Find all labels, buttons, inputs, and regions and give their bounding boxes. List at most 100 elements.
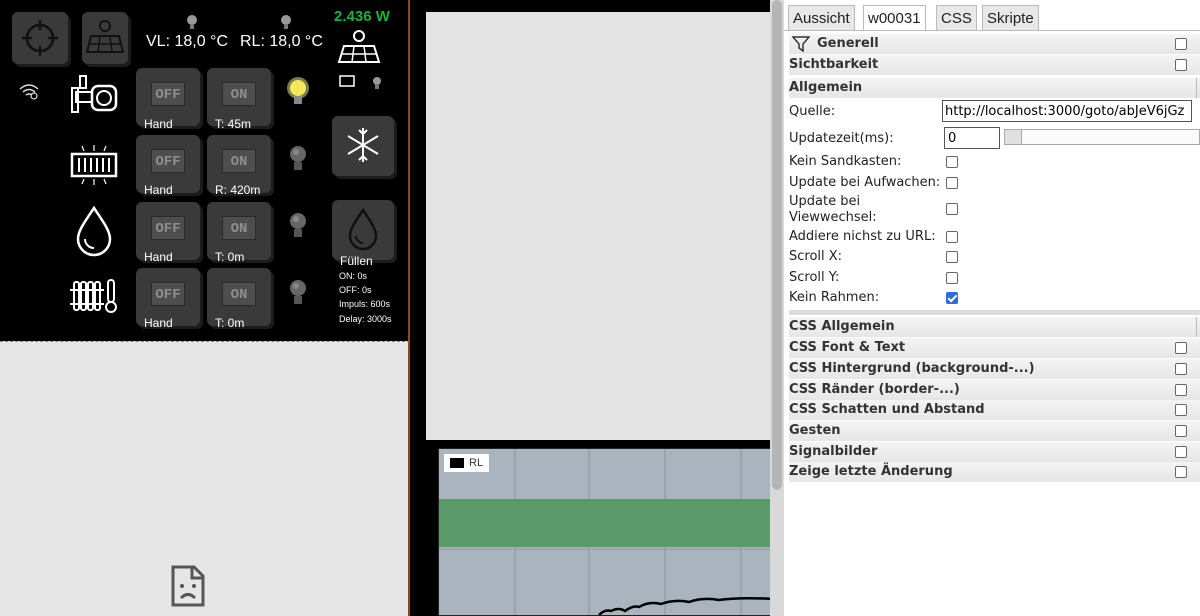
group-gestures[interactable]: Gesten	[789, 421, 1200, 441]
pump-icon	[71, 75, 118, 113]
lightbulb-off-icon	[290, 213, 306, 237]
update-interval-input[interactable]	[944, 127, 1000, 149]
chart-svg	[439, 449, 773, 615]
update-on-wake-checkbox[interactable]	[946, 177, 958, 189]
bulb-icon	[281, 15, 291, 29]
lightbulb-off-icon	[290, 146, 306, 170]
css-font-checkbox[interactable]	[1175, 342, 1187, 354]
group-generell[interactable]: Generell	[789, 34, 1200, 54]
off-button[interactable]: OFF Hand	[136, 68, 200, 131]
signals-checkbox[interactable]	[1175, 446, 1187, 458]
group-signals[interactable]: Signalbilder	[789, 442, 1200, 462]
off-button[interactable]: OFF Hand	[136, 202, 200, 264]
css-shadow-checkbox[interactable]	[1175, 404, 1187, 416]
fill-button[interactable]	[332, 200, 394, 260]
tab-css[interactable]: CSS	[936, 5, 977, 30]
off-button[interactable]: OFF Hand	[136, 268, 200, 330]
gestures-checkbox[interactable]	[1175, 425, 1187, 437]
on-button[interactable]: ON R: 420m	[207, 135, 271, 197]
tab-view[interactable]: Aussicht	[788, 5, 855, 30]
group-allgemein[interactable]: Allgemein	[789, 78, 1200, 98]
no-frame-checkbox[interactable]	[946, 292, 958, 304]
group-css-background[interactable]: CSS Hintergrund (background-...)	[789, 359, 1200, 379]
fill-title: Füllen	[340, 254, 373, 268]
update-on-view-checkbox[interactable]	[946, 203, 958, 215]
return-temperature: RL: 18,0 °C	[240, 33, 323, 50]
update-interval-slider[interactable]	[1004, 129, 1200, 145]
fill-off-time: OFF: 0s	[339, 285, 372, 295]
scroll-x-checkbox[interactable]	[946, 251, 958, 263]
legend-swatch	[450, 458, 464, 469]
group-css-border[interactable]: CSS Ränder (border-...)	[789, 380, 1200, 400]
tab-widget[interactable]: w00031	[863, 5, 926, 30]
section-divider	[789, 310, 1200, 315]
on-button[interactable]: ON T: 0m	[207, 202, 271, 264]
source-url-input[interactable]	[942, 100, 1192, 122]
water-drop-icon	[76, 205, 112, 257]
legend-label: RL	[469, 457, 484, 469]
mode-label: Hand	[144, 183, 173, 197]
off-button[interactable]: OFF Hand	[136, 135, 200, 197]
source-label: Quelle:	[789, 104, 836, 119]
filter-icon[interactable]	[792, 36, 810, 52]
on-button[interactable]: ON T: 45m	[207, 68, 271, 131]
power-readout: 2.436 W	[334, 8, 390, 25]
legend: RL	[444, 454, 490, 472]
scroll-x-label: Scroll X:	[789, 249, 843, 264]
timer-label: T: 0m	[215, 316, 245, 330]
update-on-view-label-2: Viewwechsel:	[789, 210, 877, 225]
slider-handle[interactable]	[1005, 130, 1022, 144]
no-sandbox-checkbox[interactable]	[946, 156, 958, 168]
timer-label: T: 0m	[215, 250, 245, 264]
snowflake-icon	[347, 128, 379, 162]
lightbulb-on-icon	[287, 77, 309, 104]
heater-icon	[70, 145, 118, 185]
solar-button[interactable]	[82, 12, 128, 64]
group-css-shadow[interactable]: CSS Schatten und Abstand	[789, 400, 1200, 420]
flow-temperature: VL: 18,0 °C	[146, 33, 228, 50]
tab-divider	[784, 30, 1200, 31]
fill-delay: Delay: 3000s	[339, 314, 392, 324]
on-button[interactable]: ON T: 0m	[207, 268, 271, 330]
crosshair-icon	[22, 20, 58, 56]
tab-scripts[interactable]: Skripte	[982, 5, 1039, 30]
water-drop-icon	[348, 207, 378, 251]
target-button[interactable]	[12, 12, 68, 64]
group-edge	[1196, 317, 1200, 337]
group-css-font[interactable]: CSS Font & Text	[789, 338, 1200, 358]
group-sichtbarkeit[interactable]: Sichtbarkeit	[789, 55, 1200, 75]
runtime-label: R: 420m	[215, 183, 261, 197]
mode-label: Hand	[144, 316, 173, 330]
cooling-button[interactable]	[332, 116, 394, 176]
sichtbarkeit-checkbox[interactable]	[1175, 59, 1187, 71]
fill-impulse: Impuls: 600s	[339, 299, 391, 309]
wifi-icon	[19, 84, 39, 100]
mode-label: Hand	[144, 117, 173, 131]
threshold-band	[439, 499, 773, 547]
css-border-checkbox[interactable]	[1175, 384, 1187, 396]
scrollbar-thumb[interactable]	[772, 0, 782, 490]
scroll-y-label: Scroll Y:	[789, 270, 840, 285]
timer-label: T: 45m	[215, 117, 252, 131]
no-url-add-label: Addiere nichst zu URL:	[789, 229, 936, 244]
scroll-y-checkbox[interactable]	[946, 272, 958, 284]
group-edge	[1196, 78, 1200, 98]
no-frame-label: Kein Rahmen:	[789, 290, 880, 305]
update-interval-label: Updatezeit(ms):	[789, 131, 894, 146]
bulb-icon	[187, 15, 197, 29]
series-line-rl	[598, 596, 773, 615]
group-css-general[interactable]: CSS Allgemein	[789, 317, 1200, 337]
css-background-checkbox[interactable]	[1175, 363, 1187, 375]
last-change-checkbox[interactable]	[1175, 466, 1187, 478]
chart: RL	[438, 448, 774, 616]
mode-label: Hand	[144, 250, 173, 264]
radiator-thermometer-icon	[70, 279, 117, 313]
broken-page-icon	[171, 565, 205, 607]
lightbulb-off-icon	[290, 280, 306, 304]
group-last-change[interactable]: Zeige letzte Änderung	[789, 462, 1200, 482]
generell-checkbox[interactable]	[1175, 38, 1187, 50]
solar-sun-icon	[337, 30, 381, 63]
iframe-widget	[426, 12, 774, 440]
no-url-add-checkbox[interactable]	[946, 231, 958, 243]
control-panel: VL: 18,0 °C RL: 18,0 °C 2.436 W OFF Hand…	[0, 0, 410, 341]
